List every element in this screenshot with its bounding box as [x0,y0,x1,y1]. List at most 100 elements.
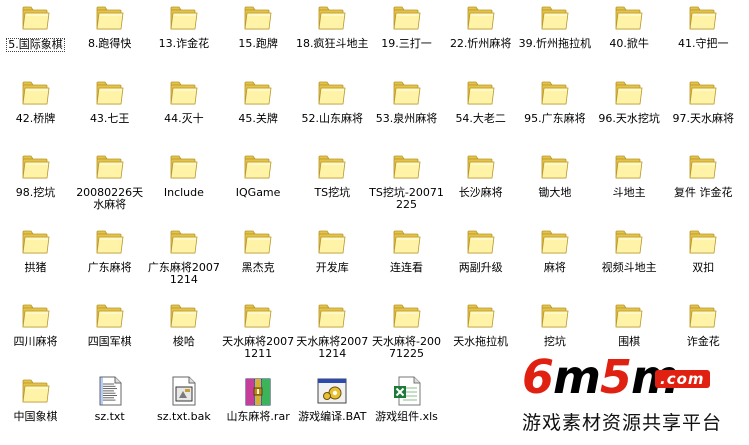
folder-item[interactable]: 四川麻将 [0,298,73,370]
folder-icon [391,77,423,109]
item-label: 20080226天水麻将 [76,186,144,211]
folder-icon [316,300,348,332]
folder-icon [168,151,200,183]
folder-item[interactable]: 四国军棋 [72,298,147,370]
folder-item[interactable]: 44.灭十 [146,75,221,147]
folder-icon [94,300,126,332]
folder-item[interactable]: 斗地主 [592,149,667,221]
file-item[interactable]: sz.txt [72,373,147,445]
item-label: 22.忻州麻将 [449,37,512,50]
folder-item[interactable]: 40.掀牛 [592,0,667,72]
folder-icon [465,226,497,258]
folder-item[interactable]: 天水麻将20071214 [295,298,370,370]
item-label: 游戏编译.BAT [298,409,367,423]
folder-item[interactable]: 长沙麻将 [443,149,518,221]
batch-file-icon [316,375,348,407]
folder-icon [613,2,645,34]
folder-item[interactable]: 97.天水麻将 [666,75,741,147]
folder-item[interactable]: 5.国际象棋 [0,0,73,72]
folder-icon [242,77,274,109]
folder-item[interactable]: 15.跑牌 [221,0,296,72]
folder-item[interactable]: 连连看 [369,224,444,296]
item-label: 诈金花 [686,335,720,348]
file-item[interactable]: sz.txt.bak [146,373,221,445]
file-item[interactable]: 游戏组件.xls [369,373,444,445]
folder-icon [465,300,497,332]
folder-item[interactable]: 广东麻将 [72,224,147,296]
folder-item[interactable]: 麻将 [517,224,592,296]
folder-item[interactable]: 95.广东麻将 [517,75,592,147]
folder-icon [391,226,423,258]
folder-item[interactable]: 视频斗地主 [592,224,667,296]
item-label: 游戏组件.xls [375,409,438,423]
folder-item[interactable]: 43.七王 [72,75,147,147]
item-label: 两副升级 [458,260,503,274]
item-label: 19.三打一 [381,37,432,50]
item-label: 黑杰克 [241,260,275,274]
folder-item[interactable]: TS挖坑-20071225 [369,149,444,221]
folder-item[interactable]: 53.泉州麻将 [369,75,444,147]
item-label: 5.国际象棋 [6,38,65,52]
folder-item[interactable]: Include [146,149,221,221]
folder-icon [391,151,423,183]
folder-item[interactable]: 天水麻将-20071225 [369,298,444,370]
folder-item[interactable]: 41.守把一 [666,0,741,72]
folder-icon [316,77,348,109]
folder-item[interactable]: 13.诈金花 [146,0,221,72]
folder-item[interactable]: 18.疯狂斗地主 [295,0,370,72]
file-item[interactable]: 山东麻将.rar [221,373,296,445]
folder-item[interactable]: 梭哈 [146,298,221,370]
folder-icon [20,300,52,332]
folder-item[interactable]: 22.忻州麻将 [443,0,518,72]
folder-item[interactable]: 39.忻州拖拉机 [517,0,592,72]
folder-item[interactable]: 中国象棋 [0,373,73,445]
folder-icon [94,2,126,34]
folder-icon [687,2,719,34]
folder-item[interactable]: 天水麻将20071211 [221,298,296,370]
folder-icon [687,77,719,109]
item-label: 双扣 [692,260,715,274]
folder-item[interactable]: IQGame [221,149,296,221]
folder-item[interactable]: 广东麻将20071214 [146,224,221,296]
folder-icon [168,226,200,258]
folder-icon [613,77,645,109]
folder-item[interactable]: 19.三打一 [369,0,444,72]
item-label: 围棋 [618,335,641,348]
item-label: 麻将 [543,260,566,274]
folder-item[interactable]: 20080226天水麻将 [72,149,147,221]
item-label: 52.山东麻将 [301,111,364,125]
folder-item[interactable]: 98.挖坑 [0,149,73,221]
folder-icon [316,2,348,34]
folder-item[interactable]: 8.跑得快 [72,0,147,72]
item-label: sz.txt [94,409,125,423]
item-label: 39.忻州拖拉机 [518,37,592,50]
item-label: 8.跑得快 [87,37,132,50]
folder-item[interactable]: TS挖坑 [295,149,370,221]
folder-icon [613,300,645,332]
folder-item[interactable]: 两副升级 [443,224,518,296]
folder-item[interactable]: 开发库 [295,224,370,296]
file-item[interactable]: 游戏编译.BAT [295,373,370,445]
folder-item[interactable]: 黑杰克 [221,224,296,296]
folder-item[interactable]: 锄大地 [517,149,592,221]
folder-item[interactable]: 42.桥牌 [0,75,73,147]
item-label: 视频斗地主 [601,260,657,274]
folder-item[interactable]: 双扣 [666,224,741,296]
folder-item[interactable]: 复件 诈金花 [666,149,741,221]
folder-item[interactable]: 96.天水挖坑 [592,75,667,147]
rar-archive-icon [242,375,274,407]
folder-icon [687,151,719,183]
folder-icon [316,151,348,183]
folder-item[interactable]: 45.关牌 [221,75,296,147]
folder-icon [539,2,571,34]
folder-icon [316,226,348,258]
folder-item[interactable]: 54.大老二 [443,75,518,147]
folder-item[interactable]: 拱猪 [0,224,73,296]
item-label: 41.守把一 [678,37,729,50]
folder-icon [391,300,423,332]
item-label: 40.掀牛 [609,37,649,50]
folder-icon [465,2,497,34]
folder-item[interactable]: 52.山东麻将 [295,75,370,147]
folder-icon [20,151,52,183]
folder-item[interactable]: 天水拖拉机 [443,298,518,370]
